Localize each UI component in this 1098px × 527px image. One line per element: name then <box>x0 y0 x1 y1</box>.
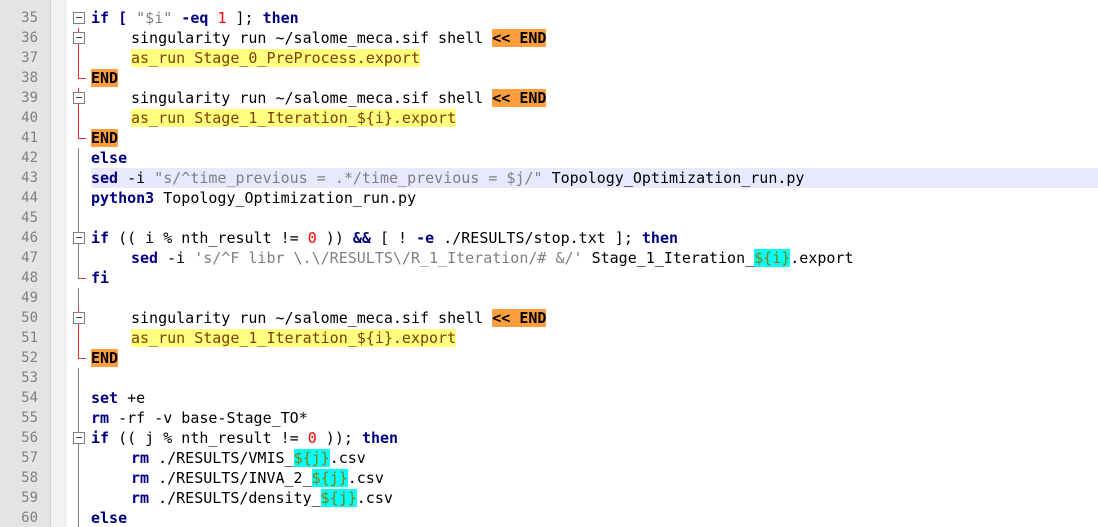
code-lines[interactable]: 35 36 if [ "$i" -eq 1 ]; then 37 singula… <box>0 0 1098 527</box>
fold-collapse-icon[interactable] <box>72 228 92 248</box>
fold-line-icon <box>72 468 92 488</box>
fold-collapse-icon[interactable] <box>72 308 92 328</box>
code-text: singularity run ~/salome_meca.sif shell … <box>131 29 547 47</box>
fold-end-icon <box>72 128 92 148</box>
code-line-59[interactable]: 59 rm ./RESULTS/INVA_2_${j}.csv <box>0 468 1098 506</box>
code-line-55[interactable]: 55 set +e <box>0 388 1098 426</box>
code-text: as_run Stage_1_Iteration_${i}.export <box>91 328 457 348</box>
code-line-61[interactable]: 61 else <box>0 508 1098 527</box>
fold-line-icon <box>72 48 92 68</box>
search-match-highlight: ${i} <box>754 249 791 267</box>
code-text: python3 Topology_Optimization_run.py <box>91 189 417 207</box>
code-line-41[interactable]: 41 as_run Stage_1_Iteration_${i}.export <box>0 108 1098 146</box>
code-line-43[interactable]: 43 else <box>0 148 1098 186</box>
fold-line-icon <box>72 328 92 348</box>
code-text: rm ./RESULTS/INVA_2_${j}.csv <box>131 469 384 487</box>
code-text: else <box>91 149 128 167</box>
search-match-highlight: ${j} <box>293 449 330 467</box>
code-line-58[interactable]: 58 rm ./RESULTS/VMIS_${j}.csv <box>0 448 1098 486</box>
code-text: rm ./RESULTS/VMIS_${j}.csv <box>131 449 366 467</box>
heredoc-body: as_run Stage_0_PreProcess.export <box>131 49 420 67</box>
code-text: END <box>91 128 119 148</box>
code-line-48[interactable]: 48 sed -i 's/^F libr \.\/RESULTS\/R_1_It… <box>0 248 1098 286</box>
code-line-40[interactable]: 40 singularity run ~/salome_meca.sif she… <box>0 88 1098 126</box>
code-text: singularity run ~/salome_meca.sif shell … <box>131 309 547 327</box>
code-text: END <box>91 348 119 368</box>
fold-line-icon <box>72 168 92 188</box>
search-match-highlight: ${j} <box>320 489 357 507</box>
code-line-56[interactable]: 56 rm -rf -v base-Stage_TO* <box>0 408 1098 446</box>
heredoc-body: as_run Stage_1_Iteration_${i}.export <box>131 329 457 347</box>
code-editor[interactable]: 35 36 if [ "$i" -eq 1 ]; then 37 singula… <box>0 0 1098 527</box>
code-line-44[interactable]: 44 sed -i "s/^time_previous = .*/time_pr… <box>0 168 1098 206</box>
code-line-54[interactable]: 54 <box>0 368 1098 406</box>
code-line-53[interactable]: 53 END <box>0 348 1098 386</box>
fold-collapse-icon[interactable] <box>72 88 92 108</box>
code-line-45[interactable]: 45 python3 Topology_Optimization_run.py <box>0 188 1098 226</box>
code-text: as_run Stage_0_PreProcess.export <box>91 48 420 68</box>
code-text: sed -i "s/^time_previous = .*/time_previ… <box>91 168 1098 188</box>
code-text: if [ "$i" -eq 1 ]; then <box>91 9 299 27</box>
code-text: singularity run ~/salome_meca.sif shell … <box>131 89 547 107</box>
heredoc-end-marker: END <box>91 69 119 87</box>
code-text: END <box>91 68 119 88</box>
fold-line-icon <box>72 288 92 308</box>
code-line-39[interactable]: 39 END <box>0 68 1098 106</box>
fold-line-icon <box>72 448 92 468</box>
code-line-47[interactable]: 47 if (( i % nth_result != 0 )) && [ ! -… <box>0 228 1098 266</box>
fold-line-icon <box>72 188 92 208</box>
code-line-35[interactable]: 35 <box>0 0 1098 26</box>
fold-line-icon <box>72 488 92 508</box>
heredoc-marker: << END <box>492 89 547 107</box>
code-line-51[interactable]: 51 singularity run ~/salome_meca.sif she… <box>0 308 1098 346</box>
fold-line-icon <box>72 108 92 128</box>
code-text: fi <box>91 269 110 287</box>
code-text: rm -rf -v base-Stage_TO* <box>91 409 308 427</box>
fold-line-icon <box>72 208 92 228</box>
code-line-50[interactable]: 50 <box>0 288 1098 326</box>
code-text: sed -i 's/^F libr \.\/RESULTS\/R_1_Itera… <box>131 249 854 267</box>
code-line-49[interactable]: 49 fi <box>0 268 1098 306</box>
heredoc-marker: << END <box>492 29 547 47</box>
heredoc-end-marker: END <box>91 349 119 367</box>
heredoc-body: as_run Stage_1_Iteration_${i}.export <box>131 109 457 127</box>
search-match-highlight: ${j} <box>311 469 348 487</box>
fold-end-icon <box>72 268 92 288</box>
code-line-36[interactable]: 36 if [ "$i" -eq 1 ]; then <box>0 8 1098 46</box>
fold-line-icon <box>72 388 92 408</box>
code-line-38[interactable]: 38 as_run Stage_0_PreProcess.export <box>0 48 1098 86</box>
code-line-46[interactable]: 46 <box>0 208 1098 246</box>
fold-line-icon <box>72 408 92 428</box>
code-line-57[interactable]: 57 if (( j % nth_result != 0 )); then <box>0 428 1098 466</box>
fold-end-icon <box>72 68 92 88</box>
heredoc-end-marker: END <box>91 129 119 147</box>
heredoc-marker: << END <box>492 309 547 327</box>
code-line-60[interactable]: 60 rm ./RESULTS/density_${j}.csv <box>0 488 1098 526</box>
code-text: else <box>91 509 128 527</box>
code-text: if (( i % nth_result != 0 )) && [ ! -e .… <box>91 229 679 247</box>
fold-line-icon <box>72 368 92 388</box>
code-line-37[interactable]: 37 singularity run ~/salome_meca.sif she… <box>0 28 1098 66</box>
code-line-52[interactable]: 52 as_run Stage_1_Iteration_${i}.export <box>0 328 1098 366</box>
fold-line-icon <box>72 508 92 527</box>
code-line-42[interactable]: 42 END <box>0 128 1098 166</box>
fold-line-icon <box>72 248 92 268</box>
code-text: set +e <box>91 389 146 407</box>
fold-collapse-icon[interactable] <box>72 28 92 48</box>
fold-collapse-icon[interactable] <box>72 428 92 448</box>
fold-line-icon <box>72 148 92 168</box>
fold-end-icon <box>72 348 92 368</box>
code-text: if (( j % nth_result != 0 )); then <box>91 429 399 447</box>
code-text: rm ./RESULTS/density_${j}.csv <box>131 489 393 507</box>
code-text: as_run Stage_1_Iteration_${i}.export <box>91 108 457 128</box>
fold-collapse-icon[interactable] <box>72 8 92 28</box>
